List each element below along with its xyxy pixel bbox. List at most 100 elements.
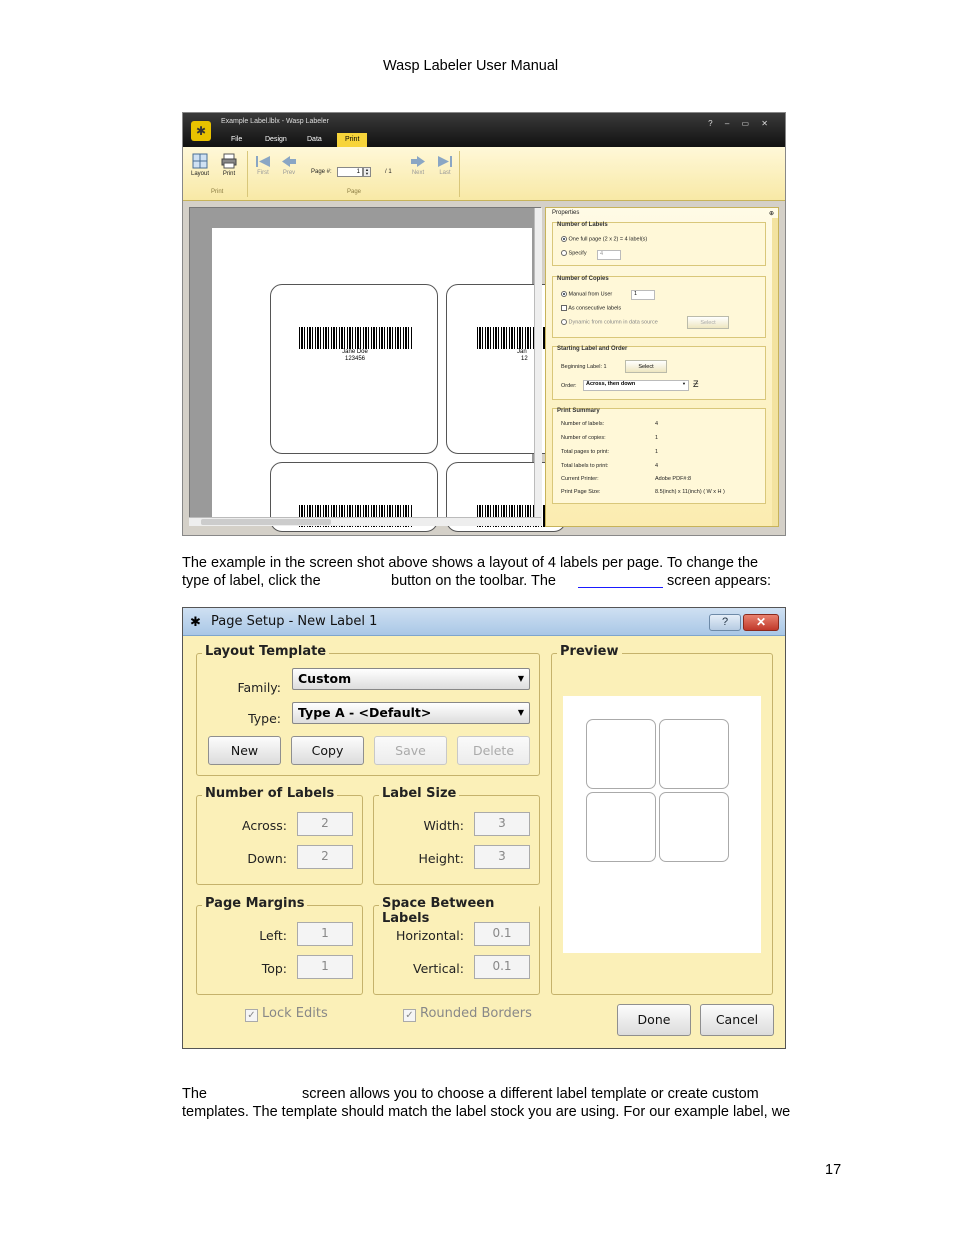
- window-controls[interactable]: ? ‒ ▭ ✕: [708, 119, 773, 128]
- paragraph-line: The example in the screen shot above sho…: [182, 555, 759, 571]
- rounded-borders-checkbox[interactable]: ✓ Rounded Borders: [403, 1006, 532, 1022]
- horizontal-label: Horizontal:: [395, 928, 464, 943]
- dynamic-radio[interactable]: Dynamic from column in data source: [561, 319, 658, 325]
- summary-value: 1: [655, 435, 659, 441]
- prev-page-icon: [282, 156, 296, 167]
- family-select[interactable]: Custom ▼: [292, 668, 530, 690]
- last-page-icon: [438, 156, 452, 167]
- copy-button[interactable]: Copy: [291, 736, 364, 765]
- chevron-down-icon: ▼: [517, 708, 524, 717]
- tab-print[interactable]: Print: [337, 133, 368, 147]
- ribbon-toolbar: Layout Print Print First Prev Page #: 1 …: [183, 147, 785, 201]
- preview-label: [586, 792, 656, 862]
- number-of-copies-group: Number of Copies Manual from User 1 As c…: [552, 276, 766, 338]
- done-button[interactable]: Done: [617, 1004, 691, 1036]
- cancel-button[interactable]: Cancel: [700, 1004, 774, 1036]
- left-label: Left:: [259, 928, 287, 943]
- properties-scrollbar[interactable]: [772, 218, 778, 526]
- app-titlebar: ✱ Example Label.lblx - Wasp Labeler File…: [183, 113, 785, 147]
- paragraph-line: templates. The template should match the…: [182, 1104, 791, 1120]
- paragraph-line: type of label, click the: [182, 573, 321, 589]
- group-title: Layout Template: [202, 644, 330, 659]
- starting-label-group: Starting Label and Order Beginning Label…: [552, 346, 766, 400]
- width-label: Width:: [423, 818, 464, 833]
- across-input[interactable]: 2: [297, 812, 353, 836]
- chevron-down-icon: ▼: [517, 674, 524, 683]
- next-page-button[interactable]: Next: [410, 155, 426, 176]
- layout-button[interactable]: Layout: [191, 153, 209, 177]
- check-icon: ✓: [245, 1009, 258, 1022]
- specify-radio[interactable]: Specify: [561, 250, 587, 256]
- horizontal-scrollbar[interactable]: [189, 517, 541, 526]
- paragraph-line: screen appears:: [667, 573, 771, 589]
- full-page-radio[interactable]: One full page (2 x 2) = 4 label(s): [561, 236, 647, 242]
- summary-value: Adobe PDF#:8: [655, 476, 692, 482]
- next-page-icon: [411, 156, 425, 167]
- label-preview: Jane Doe 123456: [270, 284, 438, 454]
- order-label: Order:: [561, 383, 577, 389]
- horizontal-space-input[interactable]: 0.1: [474, 922, 530, 946]
- page-margins-group: Page Margins Left: 1 Top: 1: [196, 896, 363, 995]
- scroll-thumb[interactable]: [201, 519, 331, 525]
- vertical-space-input[interactable]: 0.1: [474, 955, 530, 979]
- top-margin-input[interactable]: 1: [297, 955, 353, 979]
- first-page-button[interactable]: First: [255, 155, 271, 176]
- group-title: Number of Labels: [202, 786, 338, 801]
- dynamic-select-button[interactable]: Select: [687, 316, 729, 329]
- layout-template-group: Layout Template Family: Custom ▼ Type: Ty…: [196, 644, 540, 776]
- width-input[interactable]: 3: [474, 812, 530, 836]
- order-select[interactable]: Across, then down ▼: [583, 380, 689, 391]
- print-summary-group: Print Summary Number of labels: 4 Number…: [552, 408, 766, 504]
- close-button[interactable]: ✕: [743, 614, 779, 631]
- left-margin-input[interactable]: 1: [297, 922, 353, 946]
- ribbon-divider: [247, 151, 248, 197]
- last-page-button[interactable]: Last: [437, 155, 453, 176]
- label-name: Jane Doe: [342, 349, 368, 355]
- height-input[interactable]: 3: [474, 845, 530, 869]
- dialog-title: Page Setup - New Label 1: [211, 614, 378, 629]
- first-page-icon: [256, 156, 270, 167]
- page-number-input[interactable]: 1: [337, 167, 363, 177]
- manual-copies-input[interactable]: 1: [631, 290, 655, 300]
- save-button[interactable]: Save: [374, 736, 447, 765]
- beginning-select-button[interactable]: Select: [625, 360, 667, 373]
- pin-icon[interactable]: ⊕: [769, 210, 774, 217]
- lock-edits-checkbox[interactable]: ✓ Lock Edits: [245, 1006, 328, 1022]
- number-of-labels-group: Number of Labels One full page (2 x 2) =…: [552, 222, 766, 266]
- tab-file[interactable]: File: [223, 133, 250, 147]
- summary-value: 1: [655, 449, 659, 455]
- window-title: Example Label.lblx - Wasp Labeler: [221, 118, 329, 125]
- preview-label: [659, 719, 729, 789]
- tab-design[interactable]: Design: [257, 133, 295, 147]
- group-title: Print Summary: [557, 408, 600, 414]
- preview-label: [659, 792, 729, 862]
- label-number: 123456: [344, 356, 366, 362]
- top-label: Top:: [261, 961, 287, 976]
- help-button[interactable]: ?: [709, 614, 741, 631]
- across-label: Across:: [242, 818, 287, 833]
- specify-input[interactable]: 4: [597, 250, 621, 260]
- delete-button[interactable]: Delete: [457, 736, 530, 765]
- paragraph-line: The: [182, 1086, 207, 1102]
- preview-canvas: [563, 696, 761, 953]
- manual-radio[interactable]: Manual from User: [561, 291, 612, 297]
- down-label: Down:: [247, 851, 287, 866]
- new-button[interactable]: New: [208, 736, 281, 765]
- properties-title: Properties: [552, 210, 580, 216]
- type-select[interactable]: Type A - <Default> ▼: [292, 702, 530, 724]
- page-number-spinner[interactable]: ▲ ▼: [363, 167, 371, 177]
- vertical-scrollbar[interactable]: [534, 208, 542, 526]
- paragraph-line: screen allows you to choose a different …: [302, 1086, 759, 1102]
- prev-page-button[interactable]: Prev: [281, 155, 297, 176]
- label-size-group: Label Size Width: 3 Height: 3: [373, 786, 540, 885]
- consecutive-checkbox[interactable]: As consecutive labels: [561, 305, 621, 311]
- order-zigzag-icon: Ƶ: [693, 379, 699, 389]
- group-title: Preview: [557, 644, 622, 659]
- print-button[interactable]: Print: [221, 153, 237, 177]
- down-input[interactable]: 2: [297, 845, 353, 869]
- wasp-app-icon: ✱: [190, 614, 201, 629]
- vertical-label: Vertical:: [412, 961, 464, 976]
- tab-data[interactable]: Data: [299, 133, 330, 147]
- link-underline[interactable]: [578, 587, 663, 588]
- preview-page: Jane Doe 123456 Jan 12: [212, 228, 567, 532]
